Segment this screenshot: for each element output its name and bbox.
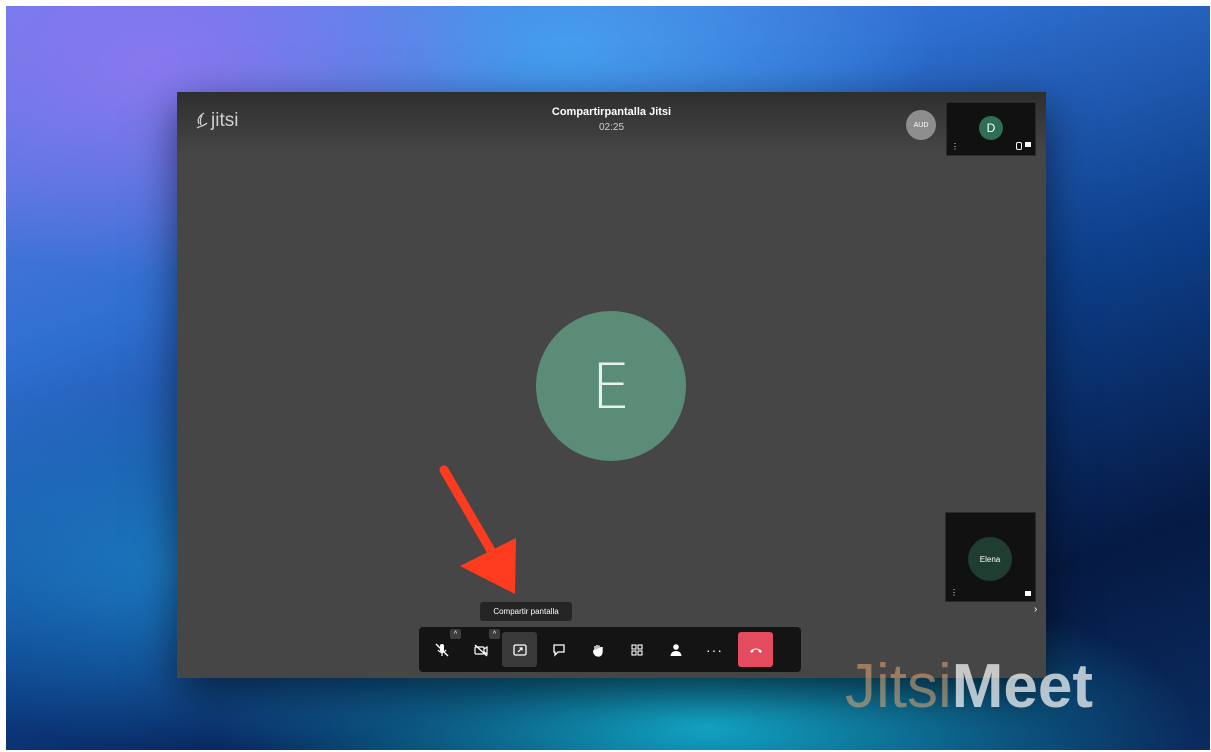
participant-thumbnail-elena[interactable]: Elena ⋮ — [945, 512, 1036, 602]
hangup-button[interactable] — [738, 632, 773, 667]
red-arrow-annotation — [439, 465, 516, 594]
avatar: Elena — [968, 537, 1012, 581]
camera-options-caret[interactable]: ^ — [489, 629, 500, 639]
mic-muted-icon — [435, 643, 448, 656]
share-screen-button[interactable] — [502, 632, 537, 667]
audio-participant-avatar[interactable]: AUD — [906, 110, 936, 140]
more-button[interactable]: ··· — [697, 632, 732, 667]
hand-icon — [592, 644, 603, 657]
camera-status-icon — [1025, 591, 1031, 596]
main-speaker-avatar: E — [536, 311, 686, 461]
thumbnail-menu-icon[interactable]: ⋮ — [951, 143, 959, 151]
microphone-button[interactable]: ^ — [424, 629, 461, 667]
raise-hand-button[interactable] — [580, 632, 615, 667]
screen-share-icon — [512, 643, 527, 656]
mic-status-icon — [1016, 142, 1022, 150]
jitsi-meet-watermark: JitsiMeet — [845, 652, 1093, 722]
phone-hangup-icon — [749, 648, 762, 653]
more-icon: ··· — [706, 641, 723, 658]
camera-off-icon — [473, 643, 488, 657]
thumbnail-menu-icon[interactable]: ⋮ — [950, 589, 958, 597]
tile-view-button[interactable] — [619, 632, 654, 667]
camera-status-icon — [1025, 142, 1031, 147]
watermark-jitsi: Jitsi — [845, 652, 952, 721]
thumbnail-status — [1025, 591, 1031, 596]
person-icon — [670, 643, 681, 656]
meeting-toolbar: ^ ^ ··· — [419, 627, 801, 672]
grid-icon — [630, 643, 643, 656]
share-screen-tooltip: Compartir pantalla — [480, 602, 572, 621]
chat-icon — [552, 643, 565, 657]
avatar: D — [979, 116, 1003, 140]
jitsi-meeting-window: jitsi Compartirpantalla Jitsi 02:25 AUD … — [177, 92, 1046, 678]
participant-thumbnail-d[interactable]: D ⋮ — [946, 102, 1036, 156]
participants-button[interactable] — [658, 632, 693, 667]
chat-button[interactable] — [541, 632, 576, 667]
thumbnail-status — [1016, 142, 1031, 150]
watermark-meet: Meet — [951, 652, 1094, 721]
camera-button[interactable]: ^ — [463, 629, 500, 667]
microphone-options-caret[interactable]: ^ — [450, 629, 461, 639]
chevron-right-icon[interactable]: › — [1034, 604, 1037, 615]
